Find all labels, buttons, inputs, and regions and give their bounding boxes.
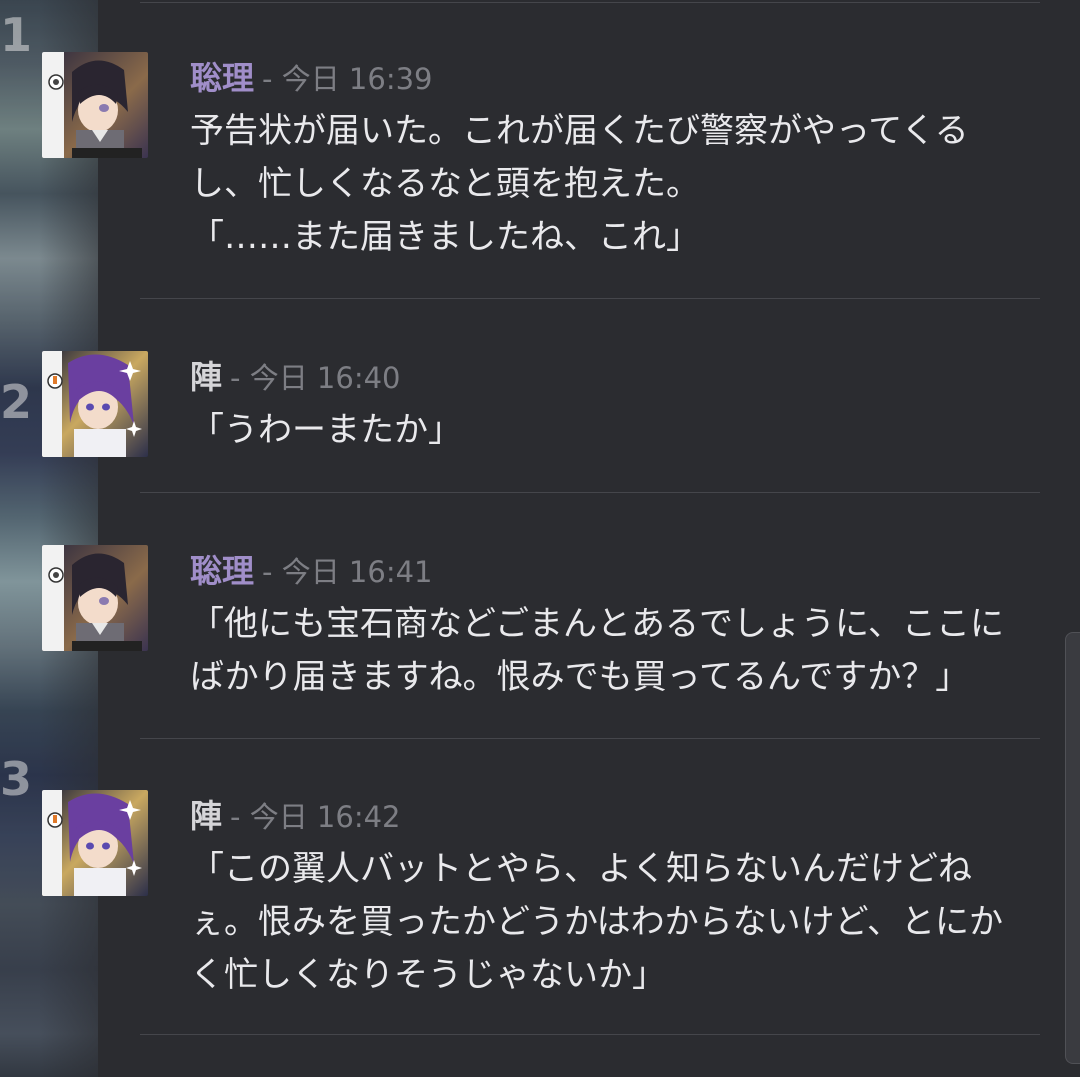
message-text: 予告状が届いた。これが届くたび警察がやってくる し、忙しくなるなと頭を抱えた。 … — [190, 111, 969, 257]
message-divider — [140, 738, 1040, 739]
message-divider — [140, 298, 1040, 299]
message-divider — [140, 492, 1040, 493]
author-name[interactable]: 陣 — [190, 797, 222, 835]
message-header: 陣- 今日 16:42 — [190, 800, 401, 832]
message-header: 陣- 今日 16:40 — [190, 361, 401, 393]
avatar-satori-icon[interactable] — [42, 52, 148, 158]
timestamp: - 今日 16:42 — [230, 800, 401, 834]
message-divider — [140, 1034, 1040, 1035]
message-text: 「他にも宝石商などごまんとあるでしょうに、ここに ばかり届きますね。恨みでも買っ… — [190, 604, 1004, 697]
author-name[interactable]: 陣 — [190, 358, 222, 396]
author-name[interactable]: 聡理 — [190, 552, 254, 590]
message-list[interactable]: 聡理 - 今日 16:39 予告状が届いた。これが届くたび警察がやってくる し、忙… — [42, 0, 1080, 1077]
avatar-jin-icon[interactable] — [42, 351, 148, 457]
avatar-satori-icon[interactable] — [42, 545, 148, 651]
author-name[interactable]: 聡理 — [190, 59, 254, 97]
chat-screen: 1 2 3 — [0, 0, 1080, 1077]
scrollbar-thumb[interactable] — [1065, 632, 1080, 1064]
message-text: 「うわーまたか」 — [190, 410, 462, 450]
message-divider — [140, 2, 1040, 3]
timestamp: - 今日 16:40 — [230, 361, 401, 395]
background-overlay — [0, 0, 98, 1077]
avatar-jin-icon[interactable] — [42, 790, 148, 896]
timestamp: - 今日 16:41 — [262, 555, 433, 589]
message-text: 「この翼人バットとやら、よく知らないんだけどね ぇ。恨みを買ったかどうかはわから… — [190, 849, 1003, 995]
timestamp: - 今日 16:39 — [262, 62, 433, 96]
message-header: 聡理 - 今日 16:41 — [190, 555, 433, 587]
message-header: 聡理 - 今日 16:39 — [190, 62, 433, 94]
